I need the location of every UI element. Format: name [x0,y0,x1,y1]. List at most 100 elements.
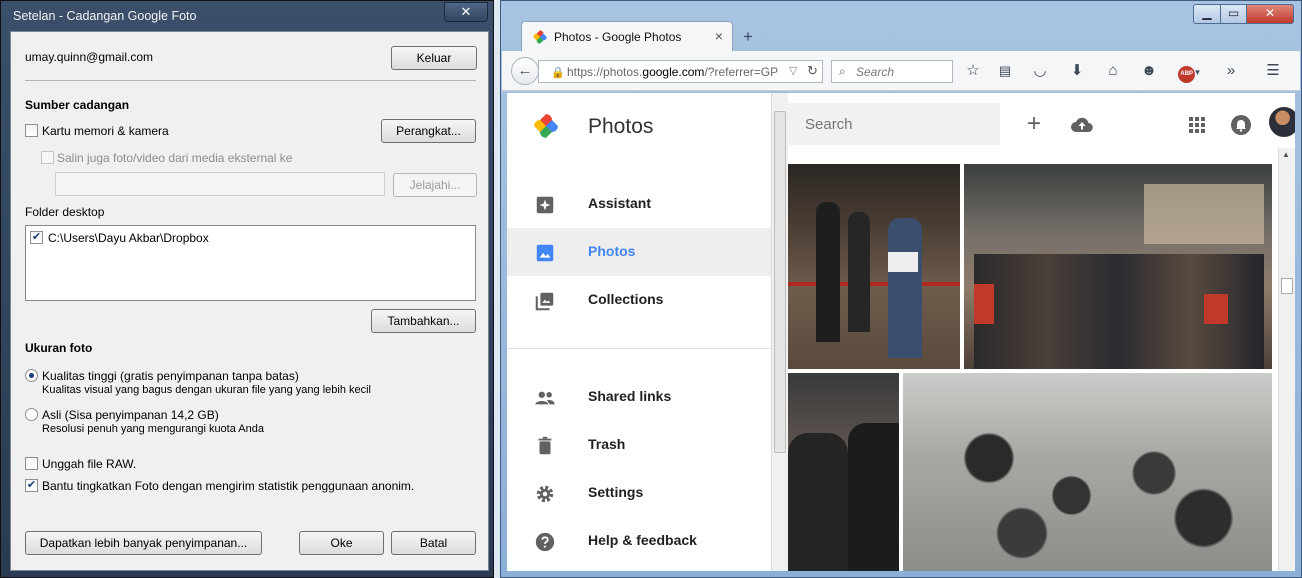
account-avatar[interactable] [1269,107,1295,137]
reload-icon[interactable]: ↻ [807,63,818,79]
minimize-icon: ▁ [1202,6,1212,20]
photo-thumbnail[interactable] [903,373,1272,571]
maximize-icon: ▭ [1227,6,1240,20]
original-label: Asli (Sisa penyimpanan 14,2 GB) [42,408,219,422]
external-destination-field[interactable] [55,172,385,196]
scrollbar-thumb[interactable] [774,111,786,453]
close-icon: ✕ [460,4,472,19]
photo-search-bar[interactable]: Search [788,103,1000,145]
photo-thumbnail[interactable] [788,164,960,369]
cancel-button[interactable]: Batal [391,531,476,555]
content-scrollbar[interactable]: ▲ [1278,148,1295,571]
backup-settings-dialog: Setelan - Cadangan Google Foto ✕ umay.qu… [0,0,494,578]
copy-external-checkbox[interactable] [41,151,54,164]
nav-item-shared-links[interactable]: Shared links [507,373,771,421]
nav-label: Settings [588,484,644,500]
nav-item-settings[interactable]: Settings [507,469,771,517]
nav-item-trash[interactable]: Trash [507,421,771,469]
downloads-icon[interactable]: ⬇ [1067,61,1087,81]
browse-button[interactable]: Jelajahi... [393,173,477,197]
browser-window: ▁ ▭ ✕ Photos - Google Photos × + 🔒 https… [500,0,1302,578]
photo-detail [1144,184,1264,244]
original-radio[interactable] [25,408,38,421]
sign-out-button[interactable]: Keluar [391,46,477,70]
apps-grid-icon[interactable] [1185,113,1209,137]
photo-size-heading: Ukuran foto [25,341,93,355]
photo-thumbnail[interactable] [964,164,1272,369]
bookmark-star-icon[interactable]: ☆ [963,61,983,81]
desktop-folder-list[interactable]: ✔ C:\Users\Dayu Akbar\Dropbox [25,225,476,301]
nav-label: Help & feedback [588,532,697,548]
scroll-up-icon[interactable]: ▲ [1282,150,1290,159]
tab-close-icon[interactable]: × [715,28,723,44]
window-close-button[interactable]: ✕ [1246,4,1294,24]
chat-icon[interactable]: ☻ [1139,61,1159,81]
memory-card-label: Kartu memori & kamera [42,124,169,138]
dialog-body: umay.quinn@gmail.com Keluar Sumber cadan… [10,31,489,571]
home-icon[interactable]: ⌂ [1103,61,1123,81]
overflow-icon[interactable]: » [1221,61,1241,81]
scrollbar-thumb[interactable] [1281,278,1293,294]
upload-cloud-icon[interactable] [1070,113,1094,137]
high-quality-label: Kualitas tinggi (gratis penyimpanan tanp… [42,369,299,383]
photo-content: Search + [788,93,1295,571]
ok-button[interactable]: Oke [299,531,384,555]
stats-checkbox[interactable]: ✔ [25,479,38,492]
assistant-icon [536,196,554,214]
folder-path: C:\Users\Dayu Akbar\Dropbox [48,231,209,245]
google-photos-logo-icon [534,114,558,138]
minimize-button[interactable]: ▁ [1193,4,1221,24]
menu-icon[interactable]: ☰ [1263,61,1283,81]
back-button[interactable]: ← [511,57,539,85]
memory-card-checkbox[interactable] [25,124,38,137]
new-tab-button[interactable]: + [743,27,753,47]
nav-item-collections[interactable]: Collections [507,276,771,324]
side-scrollbar[interactable]: ▼ [771,93,788,571]
high-quality-radio[interactable] [25,369,38,382]
brand-title: Photos [588,115,654,138]
reading-list-icon[interactable]: ▤ [995,61,1015,81]
navigation-toolbar: 🔒 https://photos.google.com/?referrer=GP… [502,51,1300,91]
photo-detail [848,212,870,332]
notifications-bell-icon[interactable] [1229,113,1253,137]
help-icon [535,532,555,552]
lock-icon: 🔒 [551,67,565,79]
source-heading: Sumber cadangan [25,98,130,112]
nav-item-assistant[interactable]: Assistant [507,180,771,228]
photo-detail [888,252,918,272]
maximize-button[interactable]: ▭ [1220,4,1247,24]
trash-icon [538,436,552,455]
nav-label: Assistant [588,195,652,211]
more-storage-button[interactable]: Dapatkan lebih banyak penyimpanan... [25,531,262,555]
add-folder-button[interactable]: Tambahkan... [371,309,476,333]
close-icon: ✕ [1264,6,1276,20]
settings-icon [536,485,554,503]
photo-detail [1204,294,1228,324]
shared-links-icon [535,391,555,405]
folder-checkbox[interactable]: ✔ [30,231,43,244]
account-email: umay.quinn@gmail.com [25,50,154,64]
pocket-icon[interactable]: ◡ [1030,61,1050,81]
nav-item-photos[interactable]: Photos [507,228,771,276]
collections-icon [535,292,554,311]
nav-item-help[interactable]: Help & feedback [507,517,771,565]
copy-external-label: Salin juga foto/video dari media ekstern… [57,151,293,165]
adblock-icon[interactable]: ABP ▾ [1173,61,1205,83]
devices-button[interactable]: Perangkat... [381,119,476,143]
back-arrow-icon: ← [517,62,533,79]
dropdown-icon[interactable]: ▽ [789,64,797,77]
tab-google-photos[interactable]: Photos - Google Photos × [521,21,733,51]
dialog-close-button[interactable]: ✕ [444,2,488,22]
nav-label: Shared links [588,388,672,404]
google-photos-favicon-icon [533,30,547,44]
url-bar[interactable]: 🔒 https://photos.google.com/?referrer=GP… [538,60,823,83]
search-placeholder: Search [856,65,895,79]
photo-thumbnail[interactable] [788,373,899,571]
stats-label: Bantu tingkatkan Foto dengan mengirim st… [42,479,415,493]
photo-detail [974,284,994,324]
raw-label: Unggah file RAW. [42,457,137,471]
raw-checkbox[interactable] [25,457,38,470]
nav-label: Trash [588,436,626,452]
search-box[interactable]: ⌕ Search [831,60,953,83]
create-plus-icon[interactable]: + [1022,112,1046,137]
